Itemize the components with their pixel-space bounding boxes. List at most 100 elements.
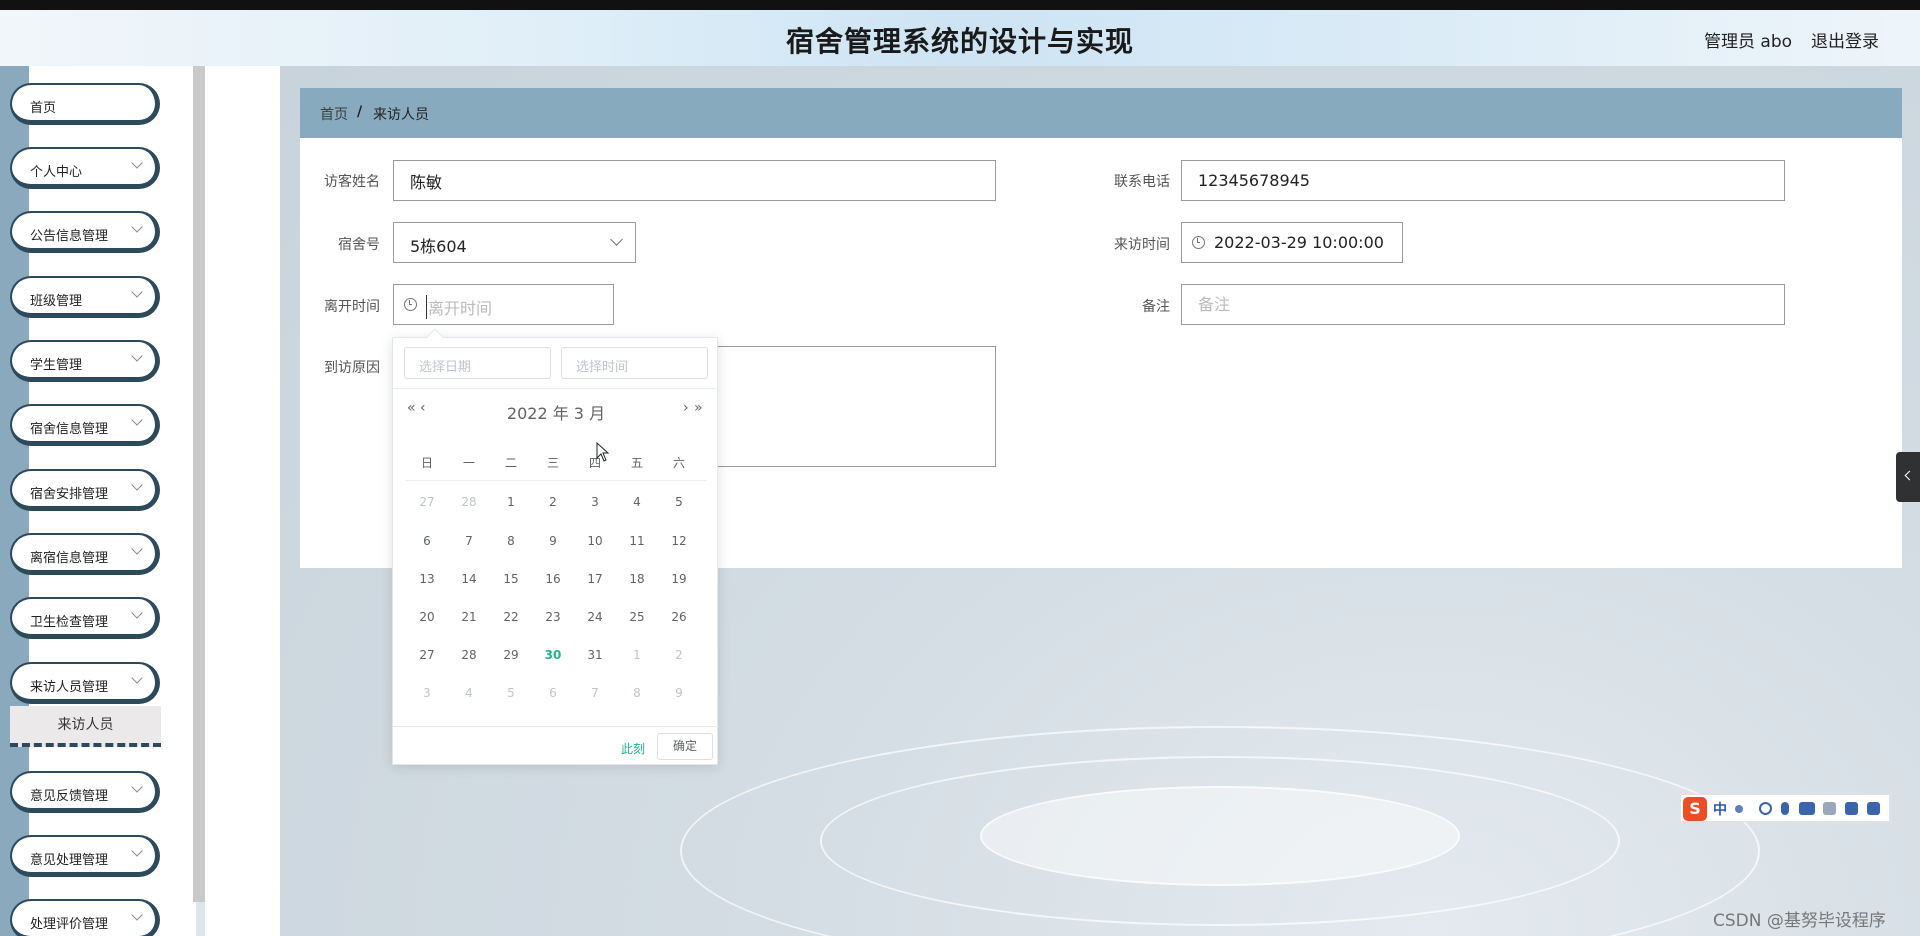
dorm-select[interactable]: 5栋604 (393, 222, 636, 263)
leave-time-picker[interactable]: 离开时间 (393, 284, 614, 325)
app-title: 宿舍管理系统的设计与实现 (785, 25, 1134, 58)
sidebar-item-label: 公告信息管理 (30, 229, 109, 244)
sidebar-item[interactable]: 意见处理管理 (10, 835, 160, 877)
calendar-day[interactable]: 15 (496, 572, 526, 586)
calendar-day[interactable]: 21 (454, 610, 484, 624)
sidebar-item[interactable]: 宿舍安排管理 (10, 469, 160, 511)
sidebar-scrollbar[interactable] (193, 66, 205, 902)
sidebar-item-label: 来访人员管理 (30, 680, 109, 695)
sidebar-item[interactable]: 个人中心 (10, 147, 160, 189)
calendar-day[interactable]: 29 (496, 648, 526, 662)
sidebar-item[interactable]: 首页 (10, 83, 160, 125)
breadcrumb-current: 来访人员 (373, 107, 429, 123)
sidebar-item[interactable]: 处理评价管理 (10, 899, 160, 936)
sidebar-item[interactable]: 卫生检查管理 (10, 597, 160, 639)
punctuation-icon[interactable] (1735, 805, 1743, 813)
sidebar-item-label: 处理评价管理 (30, 917, 109, 932)
calendar-day[interactable]: 4 (454, 686, 484, 700)
calendar-day[interactable]: 1 (496, 495, 526, 509)
sidebar: 首页个人中心公告信息管理 班级管理学生管理宿舍信息管理 宿舍安排管理 离宿信息管理 卫生… (0, 66, 205, 936)
calendar-day[interactable]: 27 (412, 495, 442, 509)
chevron-down-icon (131, 479, 143, 491)
watermark: CSDN @基努毕设程序 (1713, 911, 1886, 931)
calendar-day[interactable]: 22 (496, 610, 526, 624)
sidebar-item[interactable]: 学生管理 (10, 340, 160, 382)
now-button[interactable]: 此刻 (621, 740, 645, 757)
calendar-day[interactable]: 3 (580, 495, 610, 509)
side-collapse-tab[interactable] (1896, 452, 1920, 502)
calendar-day[interactable]: 9 (664, 686, 694, 700)
calendar-day[interactable]: 24 (580, 610, 610, 624)
calendar-day[interactable]: 19 (664, 572, 694, 586)
calendar-day[interactable]: 28 (454, 495, 484, 509)
calendar-day[interactable]: 6 (412, 534, 442, 548)
calendar-day[interactable]: 28 (454, 648, 484, 662)
emoji-icon[interactable] (1759, 802, 1772, 815)
sidebar-item[interactable]: 宿舍信息管理 (10, 404, 160, 446)
skin-icon[interactable] (1845, 802, 1858, 815)
calendar-day[interactable]: 12 (664, 534, 694, 548)
calendar-day[interactable]: 11 (622, 534, 652, 548)
calendar-day[interactable]: 3 (412, 686, 442, 700)
calendar-day[interactable]: 1 (622, 648, 652, 662)
calendar-day[interactable]: 20 (412, 610, 442, 624)
calendar-day[interactable]: 18 (622, 572, 652, 586)
sidebar-item[interactable]: 来访人员管理 (10, 662, 160, 704)
chevron-down-icon (131, 607, 143, 619)
calendar-day[interactable]: 2 (664, 648, 694, 662)
calendar-day[interactable]: 14 (454, 572, 484, 586)
confirm-button[interactable]: 确定 (657, 733, 713, 760)
submenu-visitors[interactable]: 来访人员 (10, 706, 161, 747)
picker-time-input[interactable]: 选择时间 (561, 347, 708, 379)
picker-date-input[interactable]: 选择日期 (404, 347, 551, 379)
next-month-icon[interactable]: › (683, 400, 689, 416)
calendar-day[interactable]: 13 (412, 572, 442, 586)
calendar-day[interactable]: 7 (580, 686, 610, 700)
calendar-day[interactable]: 27 (412, 648, 442, 662)
calendar-day[interactable]: 2 (538, 495, 568, 509)
phone-input[interactable] (1181, 160, 1785, 201)
toolbox-icon[interactable] (1823, 802, 1836, 815)
sogou-logo[interactable]: S (1683, 797, 1707, 821)
chevron-down-icon (131, 543, 143, 555)
next-year-icon[interactable]: » (694, 400, 703, 416)
chevron-down-icon (131, 414, 143, 426)
ime-mode[interactable]: 中 (1713, 799, 1727, 819)
calendar-day[interactable]: 6 (538, 686, 568, 700)
breadcrumb-home[interactable]: 首页 (320, 104, 348, 124)
microphone-icon[interactable] (1781, 802, 1789, 815)
visitor-name-label: 访客姓名 (324, 174, 380, 190)
calendar-day[interactable]: 5 (664, 495, 694, 509)
calendar-day[interactable]: 23 (538, 610, 568, 624)
chevron-down-icon (131, 221, 143, 233)
calendar-day[interactable]: 7 (454, 534, 484, 548)
sidebar-item[interactable]: 离宿信息管理 (10, 533, 160, 575)
visit-time-value: 2022-03-29 10:00:00 (1214, 233, 1384, 252)
calendar-day-today[interactable]: 30 (538, 648, 568, 662)
sidebar-item-label: 班级管理 (30, 294, 83, 309)
calendar-day[interactable]: 31 (580, 648, 610, 662)
visit-time-picker[interactable]: 2022-03-29 10:00:00 (1181, 222, 1403, 263)
logout-link[interactable]: 退出登录 (1811, 27, 1879, 52)
visit-time-label: 来访时间 (1114, 237, 1170, 253)
picker-year-month[interactable]: 2022 年 3 月 (393, 400, 719, 424)
calendar-day[interactable]: 4 (622, 495, 652, 509)
menu-grid-icon[interactable] (1867, 802, 1880, 815)
calendar-day[interactable]: 9 (538, 534, 568, 548)
sidebar-item[interactable]: 班级管理 (10, 276, 160, 318)
keyboard-icon[interactable] (1799, 802, 1815, 815)
calendar-day[interactable]: 17 (580, 572, 610, 586)
calendar-day[interactable]: 16 (538, 572, 568, 586)
calendar-day[interactable]: 10 (580, 534, 610, 548)
visitor-name-input[interactable] (393, 160, 996, 201)
sidebar-item[interactable]: 意见反馈管理 (10, 771, 160, 813)
phone-label: 联系电话 (1114, 174, 1170, 190)
calendar-day[interactable]: 8 (622, 686, 652, 700)
calendar-day[interactable]: 25 (622, 610, 652, 624)
date-picker-popup: 选择日期 选择时间 « ‹ 2022 年 3 月 › » 日一二三四五六 27 2… (392, 328, 719, 765)
calendar-day[interactable]: 26 (664, 610, 694, 624)
sidebar-item[interactable]: 公告信息管理 (10, 211, 160, 253)
remark-input[interactable] (1181, 284, 1785, 325)
calendar-day[interactable]: 5 (496, 686, 526, 700)
calendar-day[interactable]: 8 (496, 534, 526, 548)
